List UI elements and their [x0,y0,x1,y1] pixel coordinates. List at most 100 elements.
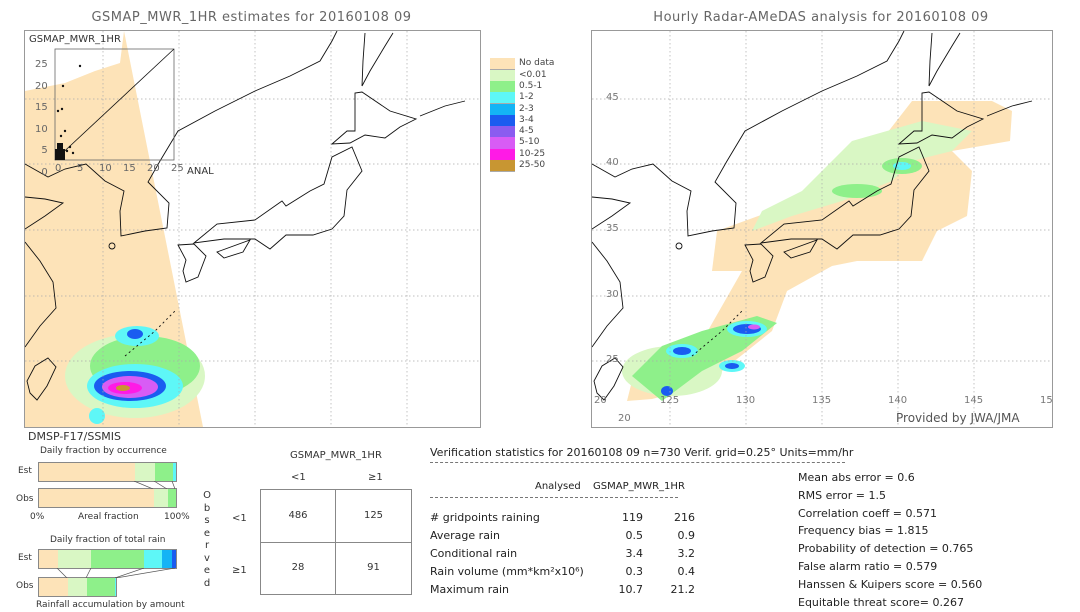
observed-letter: s [204,515,210,526]
stats-cell: Maximum rain [430,583,509,596]
rain-est-label: Est [18,553,32,563]
lon-label-135: 135 [812,395,832,406]
rain-footer: Rainfall accumulation by amount [36,600,185,610]
score-item: Frequency bias = 1.815 [798,524,929,538]
score-item: Mean abs error = 0.6 [798,471,915,484]
stats-cell: 21.2 [670,583,696,596]
legend-label: 4-5 [519,126,534,137]
contingency-grid: 486 125 28 91 [260,489,412,595]
legend-label: 0.5-1 [519,80,543,91]
stats-cell: 216 [674,511,695,524]
stats-cell: # gridpoints raining [430,511,540,524]
bar-segment [155,463,174,481]
observed-letter: e [203,527,211,539]
lon-label-130: 130 [736,395,756,406]
bar-segment [173,463,176,481]
score-item: Hanssen & Kuipers score = 0.560 [798,577,983,591]
observed-letter: v [204,552,210,564]
bar-segment [167,489,176,507]
legend-label: 2-3 [519,103,534,114]
lon-label-150: 15 [1040,395,1053,406]
legend-swatch [490,160,515,173]
bar-segment [134,463,156,481]
score-item: Correlation coeff = 0.571 [798,506,937,520]
cell-hit: 91 [367,562,380,573]
observed-letter: r [204,540,210,551]
score-item: Probability of detection = 0.765 [798,542,974,556]
score-item: Equitable threat score= 0.267 [798,595,964,609]
observed-label: Observed [202,490,212,590]
bar-segment [144,550,163,568]
lat-label-45: 45 [606,92,619,103]
lat-label-25: 25 [606,354,619,365]
score-item: RMS error = 1.5 [798,488,886,502]
right-map-title: Hourly Radar-AMeDAS analysis for 2016010… [653,10,989,25]
bar-segment [39,550,59,568]
bar-segment [39,463,135,481]
cell-false-alarm: 125 [363,510,384,521]
bar-segment [39,578,68,596]
stats-cell: Average rain [430,529,500,542]
sensor-label: DMSP-F17/SSMIS [28,430,122,443]
lat-label-35: 35 [606,223,619,234]
stats-cell: Conditional rain [430,547,518,560]
total-rain-obs-bar [38,577,118,597]
occ-obs-label: Obs [16,494,34,504]
radar-amedas-map: 45 40 35 30 25 20 20 125 130 135 140 145… [591,30,1053,428]
inset-y-ticks: 25 20 15 10 5 0 [35,59,48,178]
bar-segment [86,578,115,596]
legend-label: No data [519,58,555,69]
bar-segment [115,578,117,596]
legend-label: 25-50 [519,160,546,170]
cell-miss: 28 [291,562,305,573]
rain-obs-label: Obs [16,581,34,591]
bar-segment [39,489,155,507]
axis-areal-fraction: Areal fraction [78,512,139,522]
page: GSMAP_MWR_1HR estimates for 20160108 09 [0,0,1080,612]
row-label-lt1: <1 [232,513,247,524]
stats-cell: 0.9 [677,529,696,542]
occ-est-label: Est [18,466,32,476]
lon-label-120: 20 [594,395,607,406]
observed-letter: e [203,565,211,576]
bar-segment [154,489,168,507]
stats-cell: 0.3 [625,565,644,578]
legend-label: 1-2 [519,92,534,103]
occurrence-connectors [133,481,176,489]
data-credit: Provided by JWA/JMA [896,411,1020,425]
rain-connectors [56,568,176,578]
total-rain-est-bar [38,549,177,569]
bar-segment [67,578,87,596]
lat-label-20: 20 [618,413,631,424]
lon-label-145: 145 [964,395,984,406]
legend-label: <0.01 [519,69,547,80]
col-label-lt1: <1 [291,472,306,483]
inset-y-label: GSMAP_MWR_1HR [29,34,121,45]
bar-segment [91,550,145,568]
bar-segment [58,550,92,568]
col-gsmap: GSMAP_MWR_1HR [593,481,685,492]
stats-cell: 119 [622,511,643,524]
occurrence-title: Daily fraction by occurrence [40,446,167,456]
axis-100pct: 100% [164,512,190,522]
lat-label-40: 40 [606,157,619,168]
stats-title: Verification statistics for 20160108 09 … [430,446,854,459]
left-map-title: GSMAP_MWR_1HR estimates for 20160108 09 [91,10,412,25]
score-item: False alarm ratio = 0.579 [798,560,938,573]
legend-label: 5-10 [519,137,540,148]
gsmap-map-svg [24,30,486,428]
gsmap-estimate-map: GSMAP_MWR_1HR 25 20 15 10 5 0 0 5 10 15 20 25… [24,30,486,428]
stats-cell: Rain volume (mm*km²x10⁶) [430,565,584,578]
inset-x-label: ANAL [187,166,214,177]
bar-segment [171,550,176,568]
total-rain-title: Daily fraction of total rain [50,535,166,545]
col-analysed: Analysed [535,481,581,492]
observed-letter: O [203,490,211,501]
observed-letter: b [203,502,211,514]
contingency-header: GSMAP_MWR_1HR [290,450,382,461]
occurrence-est-bar [38,462,177,482]
row-label-ge1: ≥1 [232,565,247,576]
radar-map-svg [591,30,1053,428]
bar-segment [162,550,172,568]
observed-letter: d [203,577,211,589]
